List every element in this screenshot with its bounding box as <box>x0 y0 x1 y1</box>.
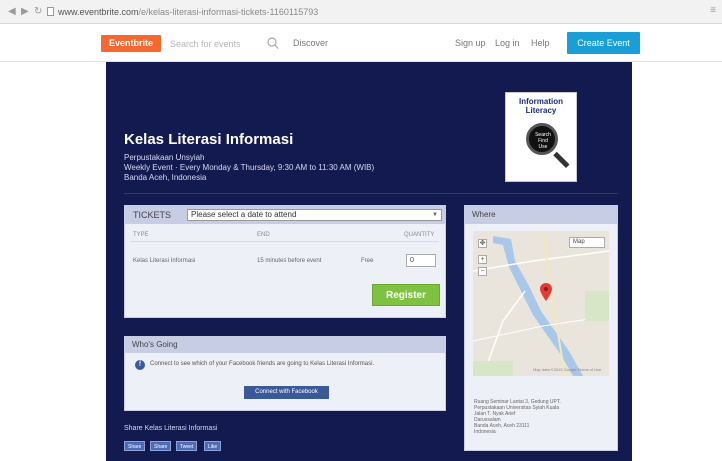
event-image-title: Information Literacy <box>506 97 576 115</box>
tickets-label: TICKETS <box>133 210 172 220</box>
event-title: Kelas Literasi Informasi <box>124 131 294 148</box>
connect-facebook-button[interactable]: Connect with Facebook <box>244 386 329 399</box>
whos-going-text: Connect to see which of your Facebook fr… <box>150 361 375 367</box>
pan-control-icon[interactable]: ✥ <box>478 239 487 248</box>
url-path: /e/kelas-literasi-informasi-tickets-1160… <box>138 7 319 17</box>
tickets-header: TICKETS Please select a date to attend ▼ <box>125 206 445 224</box>
share-button[interactable]: Share <box>124 441 146 451</box>
divider <box>131 241 439 242</box>
event-image: Information Literacy Search Find Use <box>505 92 577 182</box>
where-panel: Where ✥ + − Map Map data ©2015 Google Te… <box>464 205 618 451</box>
reload-icon[interactable]: ↻ <box>34 6 42 18</box>
magnifier-handle <box>553 151 570 168</box>
eventbrite-logo[interactable]: Eventbrite <box>101 35 161 52</box>
map-pin-icon[interactable] <box>540 283 552 301</box>
ticket-type: Kelas Literasi Informasi <box>133 258 196 264</box>
event-organizer[interactable]: Perpustakaan Unsyiah <box>124 153 205 163</box>
log-in-link[interactable]: Log in <box>495 38 520 49</box>
create-event-button[interactable]: Create Event <box>567 32 640 54</box>
column-type: TYPE <box>133 232 149 238</box>
sign-up-link[interactable]: Sign up <box>455 38 486 49</box>
map-type-select[interactable]: Map <box>569 237 605 248</box>
where-header: Where <box>465 206 617 224</box>
page-icon <box>47 7 54 16</box>
zoom-out-icon[interactable]: − <box>478 267 487 276</box>
date-select-value: Please select a date to attend <box>191 210 297 219</box>
map-graphic <box>473 231 609 376</box>
whos-going-panel: Who's Going f Connect to see which of yo… <box>124 336 446 411</box>
chevron-down-icon: ▼ <box>432 212 438 218</box>
back-icon[interactable]: ◀ <box>8 6 16 18</box>
whos-going-header: Who's Going <box>125 337 445 353</box>
site-header: Eventbrite Discover Sign up Log in Help … <box>0 24 722 62</box>
magnifier-icon: Search Find Use <box>526 123 558 155</box>
map[interactable]: ✥ + − Map Map data ©2015 Google Terms of… <box>473 231 609 376</box>
forward-icon[interactable]: ▶ <box>21 6 29 18</box>
ticket-end: 15 minutes before event <box>257 258 322 264</box>
discover-link[interactable]: Discover <box>293 38 328 49</box>
help-link[interactable]: Help <box>531 38 550 49</box>
search-input[interactable] <box>170 36 270 51</box>
column-end: END <box>257 232 270 238</box>
event-image-title-line: Literacy <box>525 106 557 115</box>
browser-toolbar: ◀ ▶ ↻ www.eventbrite.com/e/kelas-literas… <box>0 0 722 24</box>
search-icon[interactable] <box>267 36 279 50</box>
like-button[interactable]: Like <box>204 441 222 451</box>
event-location: Banda Aceh, Indonesia <box>124 173 207 182</box>
address-line: Indonesia <box>474 429 496 435</box>
zoom-in-icon[interactable]: + <box>478 255 487 264</box>
facebook-icon: f <box>135 360 145 370</box>
register-button[interactable]: Register <box>372 284 440 306</box>
share-button[interactable]: Share <box>150 441 172 451</box>
venue-address: Ruang Seminar Lantai 3, Gedung UPT. Perp… <box>474 399 612 435</box>
quantity-select[interactable]: 0 <box>406 254 436 267</box>
browser-menu-icon[interactable]: ≡ <box>710 5 716 16</box>
date-select[interactable]: Please select a date to attend ▼ <box>187 209 442 221</box>
tweet-button[interactable]: Tweet <box>176 441 198 451</box>
map-attribution: Map data ©2015 Google Terms of Use <box>533 367 602 372</box>
share-label: Share Kelas Literasi Informasi <box>124 425 218 432</box>
magnifier-text: Search Find Use <box>535 132 551 150</box>
url-host: www.eventbrite.com <box>58 7 139 17</box>
divider <box>124 193 618 194</box>
event-schedule: Weekly Event · Every Monday & Thursday, … <box>124 163 375 172</box>
quantity-value: 0 <box>410 257 414 264</box>
column-quantity: QUANTITY <box>404 232 435 238</box>
event-image-title-line: Information <box>519 97 563 106</box>
tickets-panel: TICKETS Please select a date to attend ▼… <box>124 205 446 318</box>
ticket-price: Free <box>361 258 374 264</box>
address-bar[interactable]: www.eventbrite.com/e/kelas-literasi-info… <box>58 5 518 19</box>
